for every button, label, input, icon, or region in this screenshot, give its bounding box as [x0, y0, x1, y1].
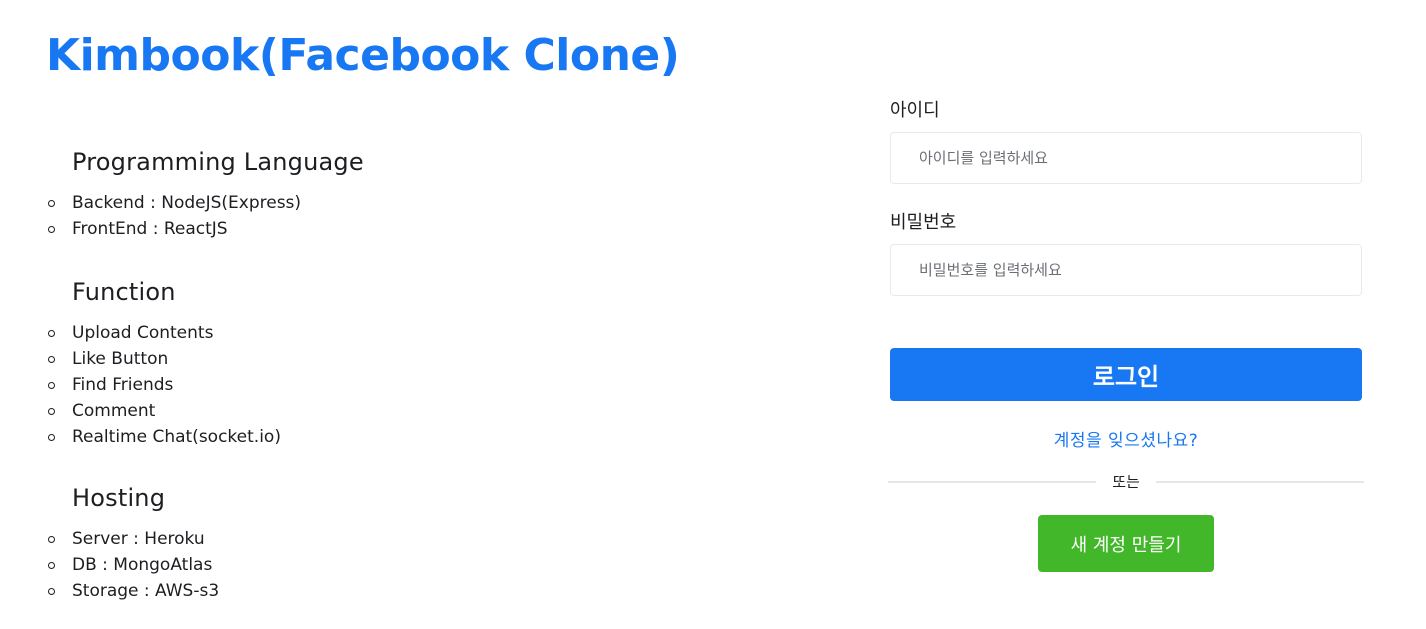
- list-item: Upload Contents: [48, 320, 281, 346]
- section-heading: Function: [72, 278, 176, 306]
- list-item: Server : Heroku: [47, 526, 219, 552]
- list-item: DB : MongoAtlas: [47, 552, 219, 578]
- id-label: 아이디: [890, 100, 940, 121]
- app-title: Kimbook(Facebook Clone): [46, 30, 680, 81]
- list-item: Backend : NodeJS(Express): [48, 190, 364, 216]
- section-hosting: Hosting Server : Heroku DB : MongoAtlas …: [47, 484, 219, 604]
- section-list: Backend : NodeJS(Express) FrontEnd : Rea…: [48, 190, 364, 242]
- list-item: Like Button: [48, 346, 281, 372]
- section-programming-language: Programming Language Backend : NodeJS(Ex…: [48, 148, 364, 242]
- id-input[interactable]: [890, 132, 1362, 184]
- password-label: 비밀번호: [890, 212, 957, 233]
- or-divider: 또는: [888, 470, 1364, 494]
- list-item: Find Friends: [48, 372, 281, 398]
- password-input[interactable]: [890, 244, 1362, 296]
- create-account-button[interactable]: 새 계정 만들기: [1038, 515, 1214, 572]
- section-list: Server : Heroku DB : MongoAtlas Storage …: [47, 526, 219, 604]
- section-heading: Programming Language: [72, 148, 364, 176]
- section-heading: Hosting: [72, 484, 166, 512]
- list-item: Storage : AWS-s3: [47, 578, 219, 604]
- list-item: FrontEnd : ReactJS: [48, 216, 364, 242]
- list-item: Comment: [48, 398, 281, 424]
- divider-label: 또는: [1112, 473, 1140, 491]
- project-info-panel: Kimbook(Facebook Clone) Programming Lang…: [0, 0, 840, 629]
- section-function: Function Upload Contents Like Button Fin…: [48, 278, 281, 450]
- forgot-account-link[interactable]: 계정을 잊으셨나요?: [890, 426, 1362, 451]
- login-form: 아이디 비밀번호: [890, 96, 1362, 296]
- login-button[interactable]: 로그인: [890, 348, 1362, 401]
- list-item: Realtime Chat(socket.io): [48, 424, 281, 450]
- section-list: Upload Contents Like Button Find Friends…: [48, 320, 281, 450]
